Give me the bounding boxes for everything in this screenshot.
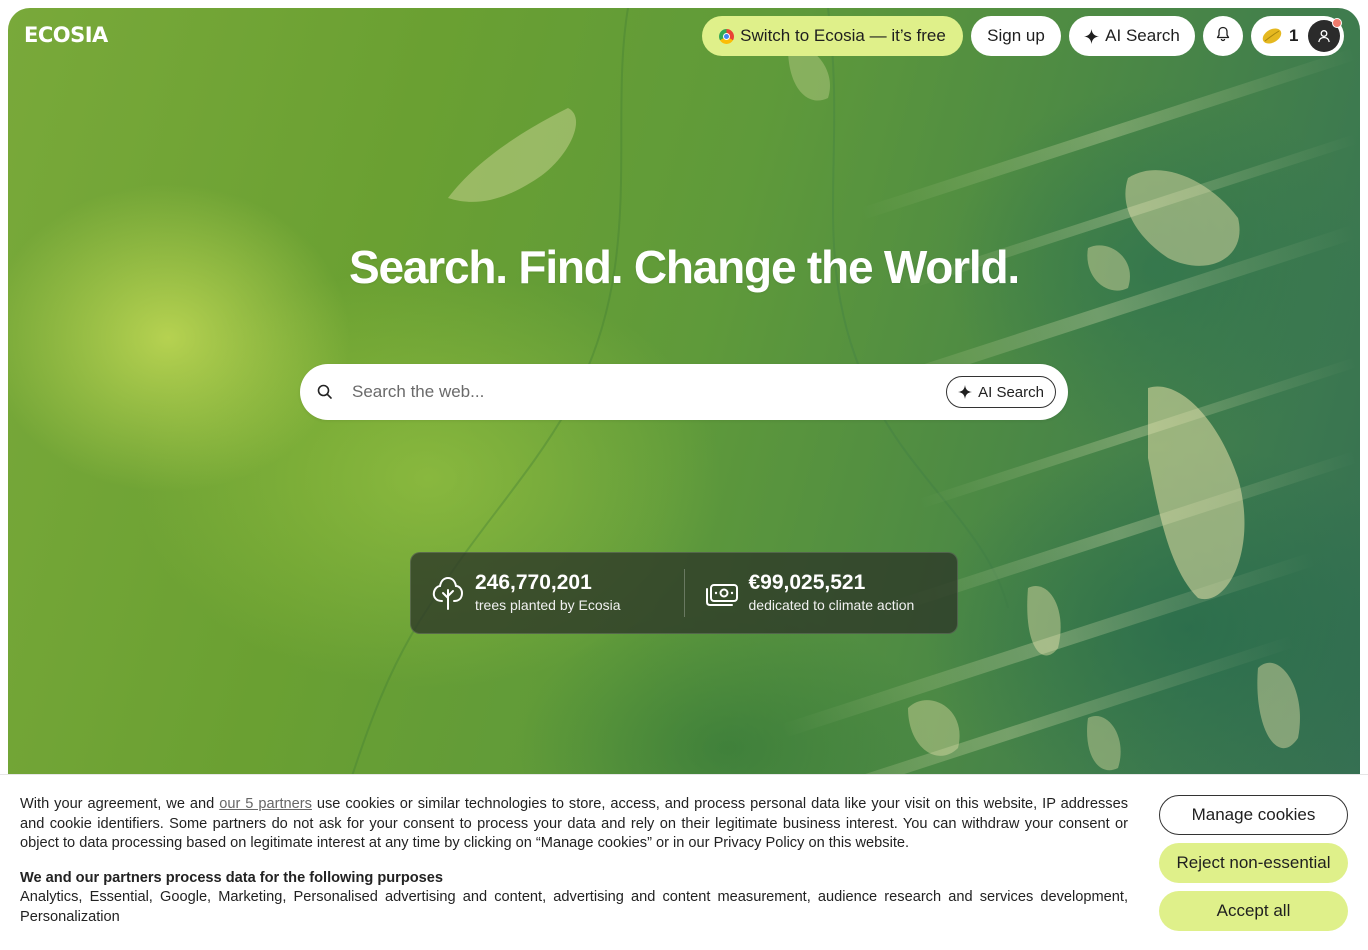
money-icon xyxy=(705,576,739,610)
sparkle-icon xyxy=(958,385,973,399)
search-input[interactable] xyxy=(350,381,947,403)
chrome-icon xyxy=(719,28,735,44)
seed-count-value: 1 xyxy=(1289,26,1299,45)
avatar[interactable] xyxy=(1308,18,1342,52)
climate-label: dedicated to climate action xyxy=(748,597,915,613)
purposes-list: Analytics, Essential, Google, Marketing,… xyxy=(20,889,1128,925)
trees-count: 246,770,201 xyxy=(475,571,592,594)
switch-to-ecosia-button[interactable]: Switch to Ecosia — it’s free xyxy=(702,16,963,56)
impact-stats: 246,770,201 trees planted by Ecosia €99,… xyxy=(410,552,958,634)
search-bar: AI Search xyxy=(300,364,1068,420)
page-title: Search. Find. Change the World. xyxy=(349,241,1020,293)
ecosia-logo[interactable]: ECOSIA xyxy=(24,23,108,47)
cookie-text: With your agreement, we and our 5 partne… xyxy=(20,795,1128,927)
search-icon xyxy=(316,383,334,401)
ai-search-button-label: AI Search xyxy=(978,383,1044,401)
notifications-button[interactable] xyxy=(1203,16,1243,56)
ai-search-label: AI Search xyxy=(1105,26,1180,45)
sparkle-icon xyxy=(1084,28,1100,44)
climate-stat: €99,025,521 dedicated to climate action xyxy=(683,569,958,617)
ai-search-header-button[interactable]: AI Search xyxy=(1069,16,1195,56)
climate-amount: €99,025,521 xyxy=(748,571,866,594)
cookie-banner: With your agreement, we and our 5 partne… xyxy=(0,774,1368,950)
manage-cookies-button[interactable]: Manage cookies xyxy=(1159,795,1348,835)
cookie-intro-start: With your agreement, we and xyxy=(20,796,220,812)
tree-icon xyxy=(431,576,465,610)
ai-search-button[interactable]: AI Search xyxy=(946,376,1056,408)
trees-stat: 246,770,201 trees planted by Ecosia xyxy=(411,553,684,633)
trees-label: trees planted by Ecosia xyxy=(475,597,621,613)
sign-up-button[interactable]: Sign up xyxy=(971,16,1061,56)
partners-link[interactable]: our 5 partners xyxy=(219,796,312,812)
bell-icon xyxy=(1215,26,1231,47)
seed-count: 1 xyxy=(1261,26,1298,46)
seed-icon xyxy=(1262,28,1282,44)
reject-non-essential-button[interactable]: Reject non-essential xyxy=(1159,843,1348,883)
notification-dot xyxy=(1332,18,1342,28)
header-actions: Switch to Ecosia — it’s free Sign up AI … xyxy=(702,16,1344,56)
user-icon xyxy=(1318,30,1330,43)
seed-counter[interactable]: 1 xyxy=(1251,16,1344,56)
cookie-actions: Manage cookies Reject non-essential Acce… xyxy=(1159,795,1348,931)
cookie-intro: With your agreement, we and our 5 partne… xyxy=(20,795,1128,854)
switch-label: Switch to Ecosia — it’s free xyxy=(740,26,946,45)
purposes-title: We and our partners process data for the… xyxy=(20,869,444,886)
hero-background: ECOSIA Switch to Ecosia — it’s free Sign… xyxy=(8,8,1360,788)
accept-all-button[interactable]: Accept all xyxy=(1159,891,1348,931)
